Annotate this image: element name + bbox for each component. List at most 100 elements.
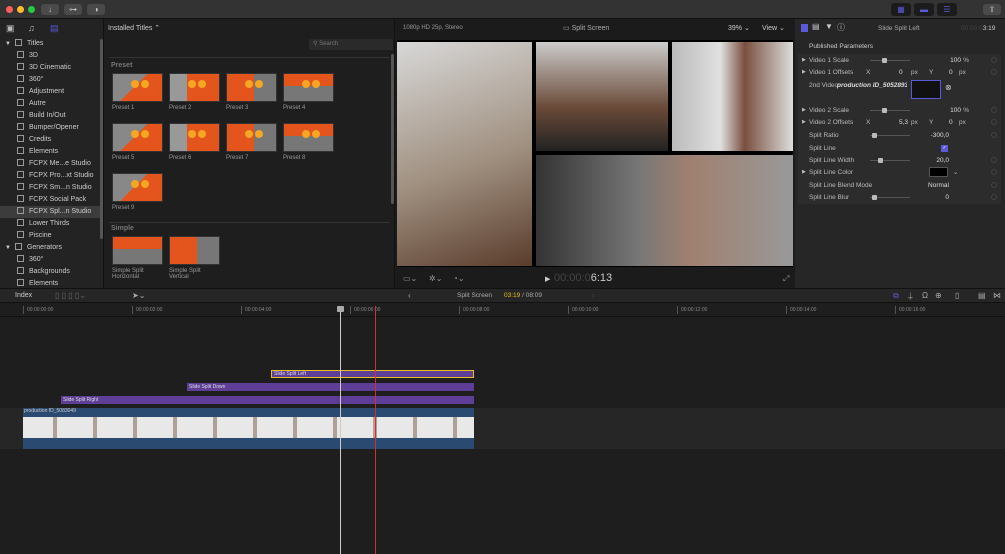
sidebar-scrollbar[interactable] (100, 39, 103, 239)
video-inspector-icon[interactable]: ▤ (812, 22, 820, 31)
search-input[interactable]: ⚲ Search (309, 39, 393, 50)
sidebar-item[interactable]: FCPX Spl...n Studio (0, 206, 100, 218)
parameter-value[interactable]: 0 (945, 192, 949, 203)
sidebar-item[interactable]: 3D Cinematic (0, 62, 100, 74)
clip-appearance-icon[interactable]: ⧉ (893, 291, 899, 301)
sidebar-item[interactable]: Autre (0, 98, 100, 110)
preset-thumbnail[interactable] (226, 123, 277, 152)
keyframe-button[interactable] (991, 157, 997, 163)
headphones-icon[interactable]: Ω (922, 291, 928, 300)
slider-knob[interactable] (878, 158, 883, 163)
timeline-index-icon[interactable]: ▤ (978, 291, 986, 300)
checkbox[interactable]: ✓ (941, 145, 948, 152)
keywords-icon[interactable]: ⊶ (64, 4, 82, 15)
parameter-slider[interactable] (870, 133, 910, 138)
sidebar-item[interactable]: FCPX Social Pack (0, 194, 100, 206)
disclosure-triangle-icon[interactable]: ▶ (802, 105, 806, 116)
history-back-icon[interactable]: ‹ (408, 291, 411, 300)
sidebar-item[interactable]: FCPX Me...e Studio (0, 158, 100, 170)
import-icon[interactable]: ↓ (41, 4, 59, 15)
chevron-down-icon[interactable]: ⌄ (953, 167, 958, 178)
preset-thumbnail[interactable] (112, 123, 163, 152)
preset-thumbnail[interactable] (283, 123, 334, 152)
disclosure-triangle-icon[interactable]: ▼ (5, 245, 11, 251)
y-value[interactable]: 0 (949, 67, 953, 78)
info-icon[interactable]: ⓘ (837, 22, 845, 33)
sidebar-item[interactable]: Bumper/Opener (0, 122, 100, 134)
y-value[interactable]: 0 (949, 117, 953, 128)
disclosure-triangle-icon[interactable]: ▶ (802, 167, 806, 178)
slider-knob[interactable] (882, 58, 887, 63)
preset-thumbnail[interactable] (112, 236, 163, 265)
background-tasks-icon[interactable]: ◑ (87, 4, 105, 15)
color-well[interactable] (929, 167, 948, 177)
slider-knob[interactable] (872, 195, 877, 200)
keyframe-button[interactable] (991, 169, 997, 175)
title-inspector-icon[interactable] (801, 24, 808, 32)
libraries-icon[interactable]: ▣ (6, 23, 15, 34)
playhead-handle[interactable] (337, 306, 344, 312)
share-icon[interactable]: ⇪ (983, 4, 1001, 15)
filter-icon[interactable]: ▼ (825, 22, 833, 31)
disclosure-triangle-icon[interactable]: ▶ (802, 55, 806, 66)
disclosure-triangle-icon[interactable]: ▶ (802, 117, 806, 128)
sidebar-item[interactable]: Credits (0, 134, 100, 146)
retime-icon[interactable]: ◔⌄ (453, 274, 465, 283)
keyframe-button[interactable] (991, 107, 997, 113)
title-clip[interactable]: Slide Split Left (271, 370, 474, 378)
parameter-slider[interactable] (870, 195, 910, 200)
parameter-value[interactable]: 100 (950, 105, 961, 116)
parameter-value[interactable]: 20,0 (936, 155, 949, 166)
parameter-value[interactable]: Normal (928, 180, 949, 191)
x-value[interactable]: 5,3 (899, 117, 908, 128)
preset-thumbnail[interactable] (226, 73, 277, 102)
keyframe-button[interactable] (991, 132, 997, 138)
view-menu[interactable]: View ⌄ (762, 24, 785, 32)
video-canvas[interactable] (397, 40, 793, 267)
fullscreen-icon[interactable]: ⤢ (783, 274, 789, 284)
keyframe-button[interactable] (991, 194, 997, 200)
sidebar-item[interactable]: 360° (0, 74, 100, 86)
video-clip[interactable]: production ID_5083049 (23, 408, 474, 449)
parameter-slider[interactable] (870, 158, 910, 163)
slider-knob[interactable] (882, 108, 887, 113)
history-forward-icon[interactable]: › (592, 291, 595, 300)
preset-thumbnail[interactable] (169, 236, 220, 265)
sidebar-item[interactable]: ▼ Generators (0, 242, 100, 254)
sidebar-item[interactable]: ▼ Titles (0, 38, 100, 50)
transform-icon[interactable]: ✲⌄ (429, 274, 442, 283)
preset-thumbnail[interactable] (169, 73, 220, 102)
select-tool-icon[interactable]: ➤⌄ (132, 291, 145, 300)
sidebar-item[interactable]: Adjustment (0, 86, 100, 98)
parameter-slider[interactable] (870, 108, 910, 113)
preset-thumbnail[interactable] (283, 73, 334, 102)
keyframe-button[interactable] (991, 182, 997, 188)
audio-skimming-icon[interactable]: ⍊ (908, 291, 913, 301)
sidebar-item[interactable]: Build In/Out (0, 110, 100, 122)
title-clip[interactable]: Slide Split Down (187, 383, 474, 391)
sidebar-item[interactable]: Piscine (0, 230, 100, 242)
browser-layout-icon[interactable]: ▦ (891, 3, 911, 16)
disclosure-triangle-icon[interactable]: ▼ (5, 41, 11, 47)
source-well[interactable] (911, 80, 941, 99)
sidebar-item[interactable]: FCPX Pro...xt Studio (0, 170, 100, 182)
close-button[interactable] (6, 6, 13, 13)
photos-audio-icon[interactable]: ♫ (28, 23, 35, 33)
slider-knob[interactable] (872, 133, 877, 138)
clip-options-icon[interactable]: ▯ (955, 291, 959, 300)
disclosure-triangle-icon[interactable]: ▶ (802, 67, 806, 78)
play-button[interactable]: ▶ (545, 275, 550, 283)
keyframe-button[interactable] (991, 57, 997, 63)
parameter-value[interactable]: 100 (950, 55, 961, 66)
sidebar-item[interactable]: Backgrounds (0, 266, 100, 278)
keyframe-button[interactable] (991, 119, 997, 125)
effects-browser-icon[interactable]: ⋈ (993, 291, 1001, 300)
edit-buttons-icon[interactable]: ▯ ▯ ▯ ▯⌄ (55, 291, 86, 300)
titles-generators-icon[interactable]: ▤ (50, 23, 59, 34)
viewer-options-icon[interactable]: ▭⌄ (403, 274, 417, 283)
parameter-slider[interactable] (870, 58, 910, 63)
browser-scrollbar[interactable] (391, 54, 394, 204)
keyframe-button[interactable] (991, 69, 997, 75)
sidebar-item[interactable]: Elements (0, 146, 100, 158)
x-value[interactable]: 0 (899, 67, 903, 78)
